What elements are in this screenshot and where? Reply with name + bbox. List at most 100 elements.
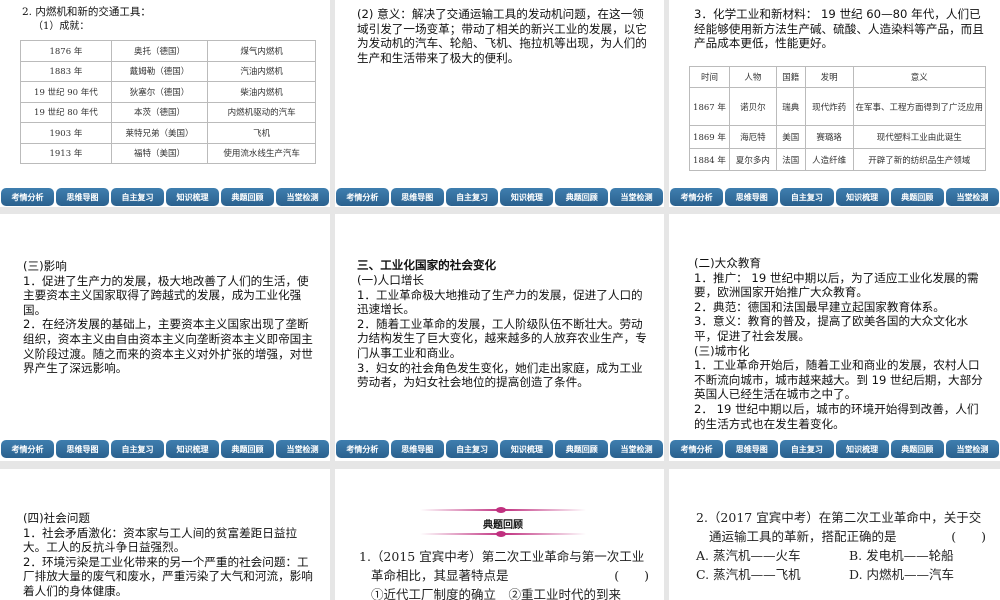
nav-button-1[interactable]: 考情分析 [670,440,724,458]
nav-button-2[interactable]: 思维导图 [390,440,444,458]
table-row: 1867 年诺贝尔 瑞典 现代炸药 在军事、工程方面得到了广泛应用 [689,87,986,126]
table-cell: 现代炸药 [804,87,854,126]
table-cell: 奥托（德国） [110,40,209,62]
nav-button-2[interactable]: 思维导图 [56,188,109,206]
nav-button-2[interactable]: 思维导图 [56,440,109,458]
nav-button-5[interactable]: 典题回顾 [555,440,609,458]
question-text: 1.（2015 宜宾中考）第二次工业革命与第一次工业革命相比，其显著特点是 [359,549,645,583]
table-cell: 1884 年 [689,148,730,171]
table-cell: 海厄特 [728,125,777,149]
nav-button-1[interactable]: 考情分析 [336,188,389,206]
nav-button-3[interactable]: 自主复习 [445,188,499,206]
table-row: 1883 年戴姆勒（德国） 汽油内燃机 [20,60,316,82]
text-line: 3．妇女的社会角色发生变化，她们走出家庭，成为工业劳动者，为妇女社会地位的提高创… [357,360,643,390]
section-heading: 三、工业化国家的社会变化 [357,258,497,272]
slide-4: (三)影响 1．促进了生产力的发展，极大地改善了人们的生活，使主要资本主义国家取得… [0,214,330,461]
chemistry-text: 3．化学工业和新材料： 19 世纪 60—80 年代，人们已经能够使用新方法生产… [694,7,984,51]
nav-button-4[interactable]: 知识梳理 [835,188,889,206]
nav-button-5[interactable]: 典题回顾 [221,440,274,458]
text-line: (一)人口增长 [357,273,425,287]
nav-button-5[interactable]: 典题回顾 [890,188,944,206]
slide-5: 三、工业化国家的社会变化 (一)人口增长 1．工业革命极大地推动了生产力的发展，促… [335,214,664,461]
table-cell: 19 世纪 80 年代 [20,101,112,123]
nav-button-6[interactable]: 当堂检测 [945,188,1000,206]
nav-button-6[interactable]: 当堂检测 [276,188,329,206]
nav-button-5[interactable]: 典题回顾 [221,188,274,206]
text-line: 1．工业革命极大地推动了生产力的发展，促进了人口的迅速增长。 [357,287,643,317]
table-cell: 法国 [775,148,806,171]
table-cell: 煤气内燃机 [207,40,316,62]
answer-blank[interactable]: ( ) [614,566,649,585]
table-cell: 美国 [775,125,806,149]
nav-button-3[interactable]: 自主复习 [445,440,499,458]
nav-button-3[interactable]: 自主复习 [780,188,834,206]
text-line: (二)大众教育 [694,256,762,270]
table-header-cell: 发明 [804,66,854,88]
nav-button-3[interactable]: 自主复习 [111,440,164,458]
option-a[interactable]: A. 蒸汽机——火车 [696,546,849,565]
nav-button-2[interactable]: 思维导图 [725,440,779,458]
table-row: 19 世纪 80 年代 本茨（德国） 内燃机驱动的汽车 [20,101,316,123]
significance-text: (2) 意义：解决了交通运输工具的发动机问题，在这一领域引发了一场变革；带动了相… [357,7,647,65]
slide-1: 2. 内燃机和新的交通工具： （1）成就： 1876 年奥托（德国） 煤气内燃机 1… [0,0,330,207]
text-line: 1．工业革命开始后，随着工业和商业的发展，农村人口不断流向城市，城市越来越大。到… [694,358,983,402]
nav-button-2[interactable]: 思维导图 [390,188,444,206]
table-header-cell: 时间 [689,66,730,88]
nav-button-2[interactable]: 思维导图 [725,188,779,206]
nav-button-1[interactable]: 考情分析 [336,440,389,458]
nav-button-6[interactable]: 当堂检测 [610,188,663,206]
table-cell: 飞机 [207,122,316,144]
engines-table: 1876 年奥托（德国） 煤气内燃机 1883 年戴姆勒（德国） 汽油内燃机 19 世纪… [20,40,316,164]
text-line: 1．推广： 19 世纪中期以后，为了适应工业化发展的需要，欧洲国家开始推广大众教… [694,270,979,300]
slide-3: 3．化学工业和新材料： 19 世纪 60—80 年代，人们已经能够使用新方法生产… [669,0,1000,207]
slide-subtitle: （1）成就： [33,21,90,32]
education-text: (二)大众教育 1．推广： 19 世纪中期以后，为了适应工业化发展的需要，欧洲国家… [694,256,986,431]
table-cell: 1913 年 [20,142,112,164]
text-line: 2．随着工业革命的发展，工人阶级队伍不断壮大。劳动力结构发生了巨大变化，越来越多… [357,316,647,360]
nav-button-4[interactable]: 知识梳理 [500,440,554,458]
nav-bar: 考情分析 思维导图 自主复习 知识梳理 典题回顾 当堂检测 [669,440,1000,458]
text-line: 2．在经济发展的基础上，主要资本主义国家出现了垄断组织，资本主义由自由资本主义向… [23,317,313,376]
nav-bar: 考情分析 思维导图 自主复习 知识梳理 典题回顾 当堂检测 [335,188,664,206]
table-cell: 狄塞尔（德国） [110,81,209,103]
nav-button-1[interactable]: 考情分析 [1,440,54,458]
nav-button-4[interactable]: 知识梳理 [166,188,219,206]
social-problems-text: (四)社会问题 1．社会矛盾激化：资本家与工人间的贫富差距日益拉大。工人的反抗斗争… [23,511,315,599]
table-row: 19 世纪 90 年代 狄塞尔（德国） 柴油内燃机 [20,81,316,103]
table-cell: 1883 年 [20,60,112,82]
nav-button-5[interactable]: 典题回顾 [890,440,944,458]
text-line: (三)城市化 [694,343,750,358]
nav-button-3[interactable]: 自主复习 [111,188,164,206]
table-cell: 夏尔多内 [728,148,777,171]
nav-button-3[interactable]: 自主复习 [780,440,834,458]
nav-button-4[interactable]: 知识梳理 [166,440,219,458]
text-line: (三)影响 [23,259,67,273]
option-d[interactable]: D. 内燃机——汽车 [849,567,954,582]
table-cell: 1903 年 [20,122,112,144]
nav-button-6[interactable]: 当堂检测 [945,440,1000,458]
nav-button-1[interactable]: 考情分析 [670,188,724,206]
nav-bar: 考情分析 思维导图 自主复习 知识梳理 典题回顾 当堂检测 [0,188,330,206]
table-cell: 福特（美国） [110,142,209,164]
table-cell: 瑞典 [775,87,806,126]
nav-button-4[interactable]: 知识梳理 [835,440,889,458]
nav-button-6[interactable]: 当堂检测 [276,440,329,458]
nav-button-4[interactable]: 知识梳理 [500,188,554,206]
section-banner: 典题回顾 [420,503,586,541]
nav-button-6[interactable]: 当堂检测 [610,440,663,458]
table-cell: 莱特兄弟（美国） [110,122,209,144]
slide-7: (四)社会问题 1．社会矛盾激化：资本家与工人间的贫富差距日益拉大。工人的反抗斗争… [0,469,330,600]
text-line: (四)社会问题 [23,511,91,525]
impact-text: (三)影响 1．促进了生产力的发展，极大地改善了人们的生活，使主要资本主义国家取得… [23,259,313,376]
slide-title: 2. 内燃机和新的交通工具： [22,6,151,18]
nav-button-1[interactable]: 考情分析 [1,188,54,206]
option-b[interactable]: B. 发电机——轮船 [849,548,954,563]
table-cell: 本茨（德国） [110,101,209,123]
nav-bar: 考情分析 思维导图 自主复习 知识梳理 典题回顾 当堂检测 [669,188,1000,206]
answer-blank[interactable]: ( ) [951,527,986,546]
table-cell: 柴油内燃机 [207,81,316,103]
option-c[interactable]: C. 蒸汽机——飞机 [696,565,849,584]
slide-6: (二)大众教育 1．推广： 19 世纪中期以后，为了适应工业化发展的需要，欧洲国家… [669,214,1000,461]
nav-button-5[interactable]: 典题回顾 [555,188,609,206]
table-row: 1884 年夏尔多内 法国 人造纤维 开辟了新的纺织品生产领域 [689,148,986,171]
